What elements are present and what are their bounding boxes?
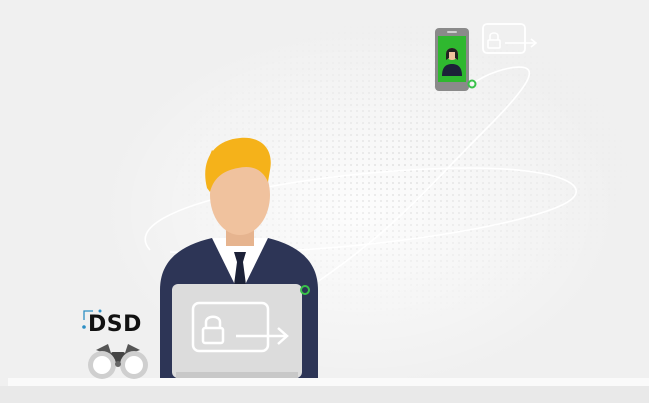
phone-speaker xyxy=(447,31,457,33)
desk-shadow xyxy=(0,386,649,403)
illustration-canvas xyxy=(0,0,649,403)
laptop-base xyxy=(176,372,298,378)
smartphone-icon xyxy=(435,28,469,91)
logo-text: DSD xyxy=(88,312,142,337)
laptop-icon xyxy=(172,284,302,378)
